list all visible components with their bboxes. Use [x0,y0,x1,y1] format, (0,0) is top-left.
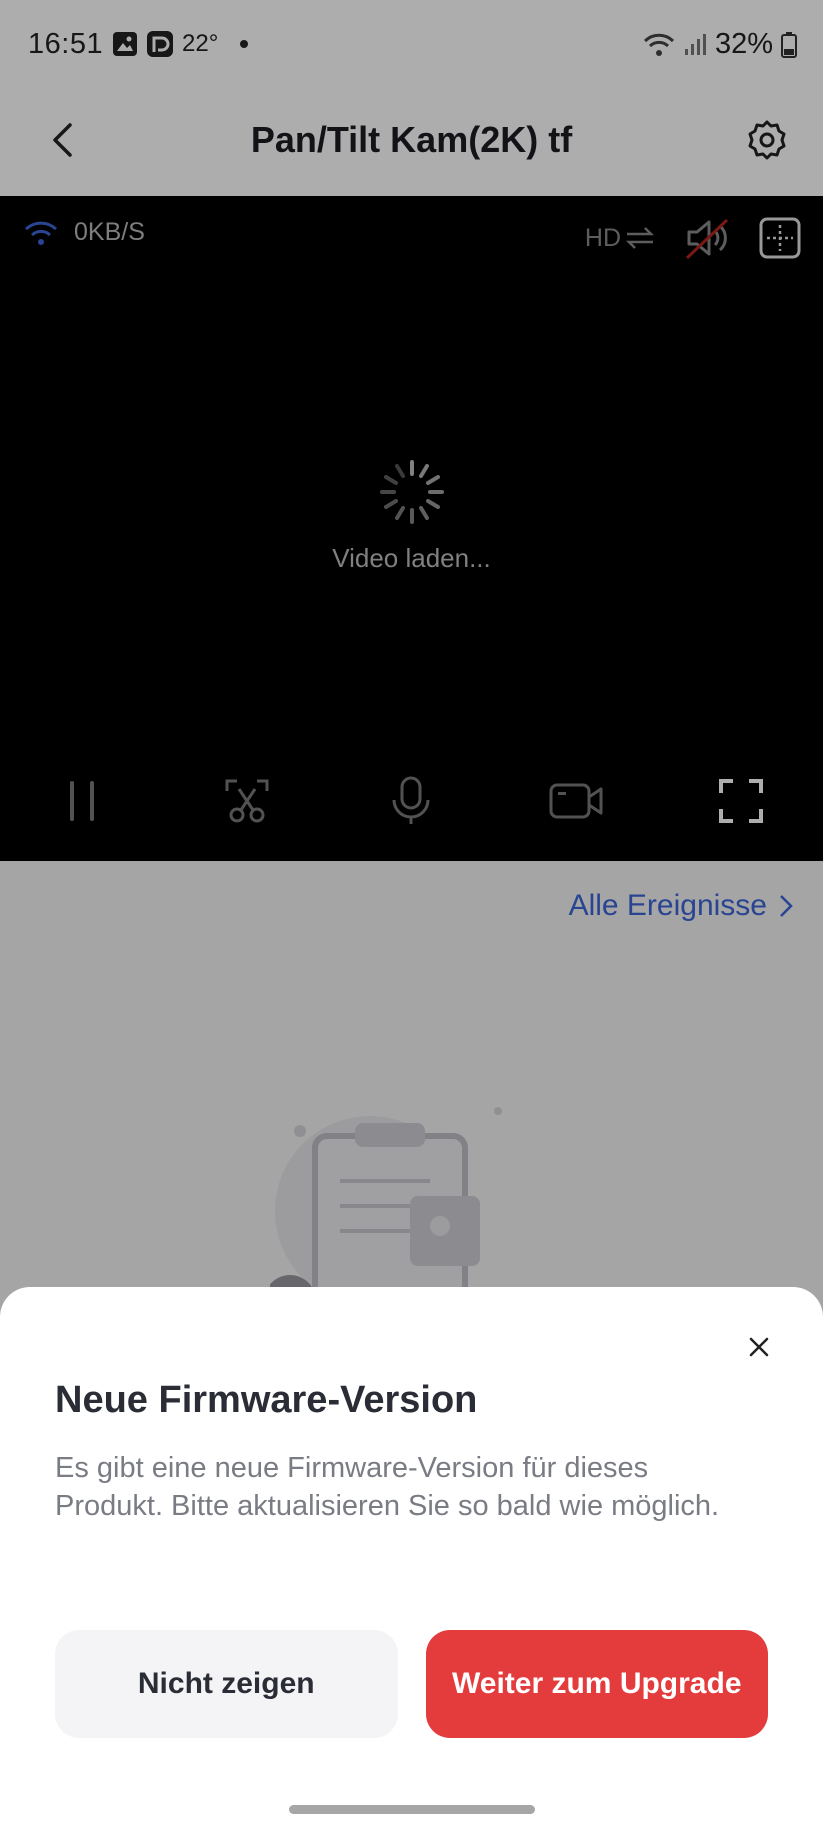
close-button[interactable] [735,1323,783,1371]
home-indicator[interactable] [289,1805,535,1814]
upgrade-button[interactable]: Weiter zum Upgrade [425,1630,768,1738]
dialog-buttons: Nicht zeigen Weiter zum Upgrade [55,1630,768,1738]
dialog-body: Es gibt eine neue Firmware-Version für d… [55,1452,720,1522]
firmware-update-dialog: Neue Firmware-Version Es gibt eine neue … [0,1287,823,1828]
close-icon [749,1337,769,1357]
dialog-title: Neue Firmware-Version [55,1379,478,1421]
dont-show-button[interactable]: Nicht zeigen [55,1630,398,1738]
